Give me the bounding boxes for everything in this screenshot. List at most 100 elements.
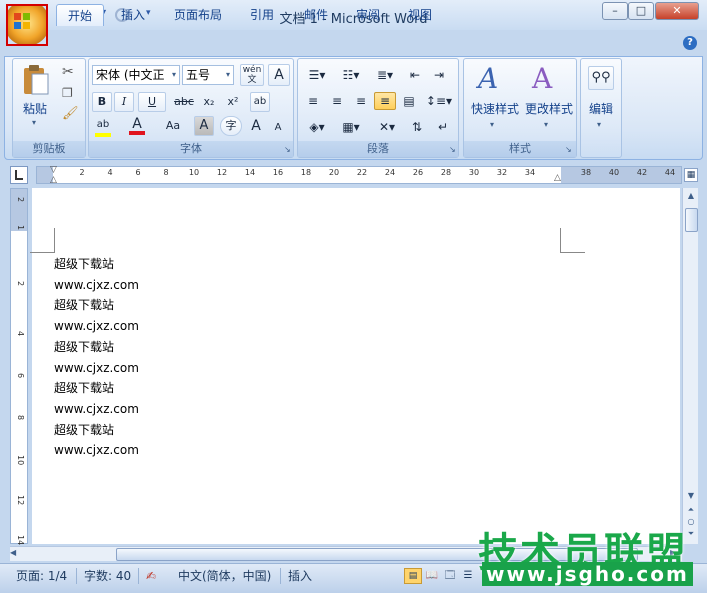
tab-page-layout[interactable]: 页面布局 — [164, 4, 232, 26]
enclose-characters-button[interactable]: 字 — [220, 116, 242, 136]
italic-button[interactable]: I — [114, 92, 134, 112]
outline-view-icon[interactable]: ☰ — [460, 568, 476, 584]
language-status[interactable]: 中文(简体，中国) — [178, 567, 271, 585]
tab-review[interactable]: 审阅 — [346, 4, 390, 26]
paste-button[interactable]: 粘贴 — [18, 100, 52, 117]
minimize-button[interactable]: – — [602, 2, 628, 20]
ruler-tick-label: 44 — [664, 168, 676, 177]
strikethrough-button[interactable]: abc — [170, 92, 198, 112]
quick-styles-button[interactable]: 快速样式 — [466, 100, 524, 117]
insert-mode-status[interactable]: 插入 — [288, 567, 312, 585]
show-marks-icon[interactable]: ↵ — [432, 118, 454, 136]
scroll-left-icon[interactable]: ◀ — [10, 548, 16, 557]
vertical-scroll-thumb[interactable] — [685, 208, 698, 232]
grow-font-button[interactable]: A — [246, 116, 266, 136]
justify-icon[interactable]: ≡ — [374, 92, 396, 110]
help-icon[interactable]: ? — [683, 36, 697, 50]
document-line[interactable]: 超级下载站 — [54, 295, 114, 315]
close-button[interactable]: ✕ — [655, 2, 699, 20]
vertical-ruler[interactable] — [10, 188, 28, 544]
increase-indent-icon[interactable]: ⇥ — [428, 66, 450, 84]
proofing-icon[interactable]: ✍ — [146, 567, 156, 585]
character-border-button[interactable]: A — [268, 64, 290, 86]
distributed-icon[interactable]: ▤ — [398, 92, 420, 110]
decrease-indent-icon[interactable]: ⇤ — [404, 66, 426, 84]
editing-dropdown-icon[interactable]: ▾ — [597, 120, 601, 129]
align-left-icon[interactable]: ≡ — [302, 92, 324, 110]
change-styles-button[interactable]: 更改样式 — [522, 100, 576, 117]
scroll-up-icon[interactable]: ▲ — [683, 188, 699, 204]
line-spacing-icon[interactable]: ↕≡▾ — [424, 92, 454, 110]
underline-button[interactable]: U — [138, 92, 166, 112]
tab-view[interactable]: 视图 — [398, 4, 442, 26]
format-painter-icon[interactable]: 🖌 — [62, 106, 79, 121]
character-shading-button[interactable]: A — [194, 116, 214, 136]
tab-mailings[interactable]: 邮件 — [294, 4, 338, 26]
vertical-scrollbar[interactable]: ▲ ▼ ⏶ ○ ⏷ — [682, 188, 698, 544]
paragraph-dialog-launcher-icon[interactable]: ↘ — [449, 145, 456, 154]
document-line[interactable]: 超级下载站 — [54, 254, 114, 274]
find-binoculars-icon[interactable]: ⚲⚲ — [588, 66, 614, 90]
hanging-indent-marker[interactable]: △ — [50, 175, 57, 185]
change-styles-icon[interactable]: A — [532, 62, 552, 95]
ruler-tick-label: 34 — [524, 168, 536, 177]
shading-icon[interactable]: ◈▾ — [302, 118, 332, 136]
shrink-font-button[interactable]: A — [268, 118, 288, 136]
print-layout-view-icon[interactable]: ▤ — [404, 568, 422, 584]
tab-insert[interactable]: 插入 — [112, 4, 154, 26]
document-line[interactable]: 超级下载站 — [54, 337, 114, 357]
font-size-dropdown-icon[interactable]: ▾ — [226, 70, 230, 79]
highlight-color-button[interactable]: ab — [92, 116, 114, 137]
font-dialog-launcher-icon[interactable]: ↘ — [284, 145, 291, 154]
right-indent-marker[interactable]: △ — [554, 173, 561, 183]
copy-icon[interactable]: ❐ — [62, 86, 73, 100]
maximize-button[interactable]: □ — [628, 2, 654, 20]
cut-icon[interactable]: ✂ — [62, 64, 74, 80]
document-line[interactable]: www.cjxz.com — [54, 440, 139, 460]
first-line-indent-marker[interactable]: ▽ — [50, 165, 57, 175]
web-layout-icon[interactable]: 🗔 — [442, 568, 458, 584]
font-family-value: 宋体 (中文正 — [96, 68, 165, 82]
document-line[interactable]: www.cjxz.com — [54, 316, 139, 336]
document-line[interactable]: www.cjxz.com — [54, 399, 139, 419]
view-ruler-icon[interactable]: ▦ — [684, 168, 698, 182]
ruler-tick-label: 8 — [16, 415, 25, 421]
bold-button[interactable]: B — [92, 92, 112, 112]
paste-dropdown-icon[interactable]: ▾ — [32, 118, 36, 127]
tab-selector[interactable] — [10, 166, 28, 184]
paste-icon[interactable] — [22, 64, 50, 96]
chinese-layout-icon[interactable]: ✕▾ — [372, 118, 402, 136]
font-family-dropdown-icon[interactable]: ▾ — [172, 70, 176, 79]
font-color-button[interactable]: A — [126, 116, 148, 136]
document-line[interactable]: 超级下载站 — [54, 378, 114, 398]
change-case-button[interactable]: Aa — [160, 116, 186, 136]
office-logo-icon — [14, 13, 30, 29]
numbering-icon[interactable]: ☷▾ — [336, 66, 366, 84]
sort-icon[interactable]: ⇅ — [406, 118, 428, 136]
page-count-status[interactable]: 页面: 1/4 — [16, 567, 67, 585]
clear-formatting-icon[interactable]: ab — [250, 92, 270, 112]
font-family-select[interactable]: 宋体 (中文正 — [92, 65, 180, 85]
tab-home[interactable]: 开始 — [56, 4, 104, 26]
document-line[interactable]: www.cjxz.com — [54, 275, 139, 295]
quick-styles-dropdown-icon[interactable]: ▾ — [490, 120, 494, 129]
full-screen-reading-icon[interactable]: 📖 — [424, 568, 440, 584]
quick-styles-icon[interactable]: A — [478, 62, 498, 95]
phonetic-guide-button[interactable]: wén 文 — [240, 64, 264, 86]
align-center-icon[interactable]: ≡ — [326, 92, 348, 110]
styles-dialog-launcher-icon[interactable]: ↘ — [565, 145, 572, 154]
crop-mark-right — [560, 228, 585, 253]
change-styles-dropdown-icon[interactable]: ▾ — [544, 120, 548, 129]
multilevel-list-icon[interactable]: ≣▾ — [370, 66, 400, 84]
bullets-icon[interactable]: ☰▾ — [302, 66, 332, 84]
word-count-status[interactable]: 字数: 40 — [84, 567, 131, 585]
borders-icon[interactable]: ▦▾ — [336, 118, 366, 136]
tab-references[interactable]: 引用 — [240, 4, 284, 26]
document-line[interactable]: www.cjxz.com — [54, 358, 139, 378]
align-right-icon[interactable]: ≡ — [350, 92, 372, 110]
document-line[interactable]: 超级下载站 — [54, 420, 114, 440]
subscript-button[interactable]: x₂ — [198, 92, 220, 112]
superscript-button[interactable]: x² — [222, 92, 244, 112]
ruler-tick-label: 8 — [163, 168, 169, 177]
editing-button[interactable]: 编辑 — [582, 100, 620, 117]
